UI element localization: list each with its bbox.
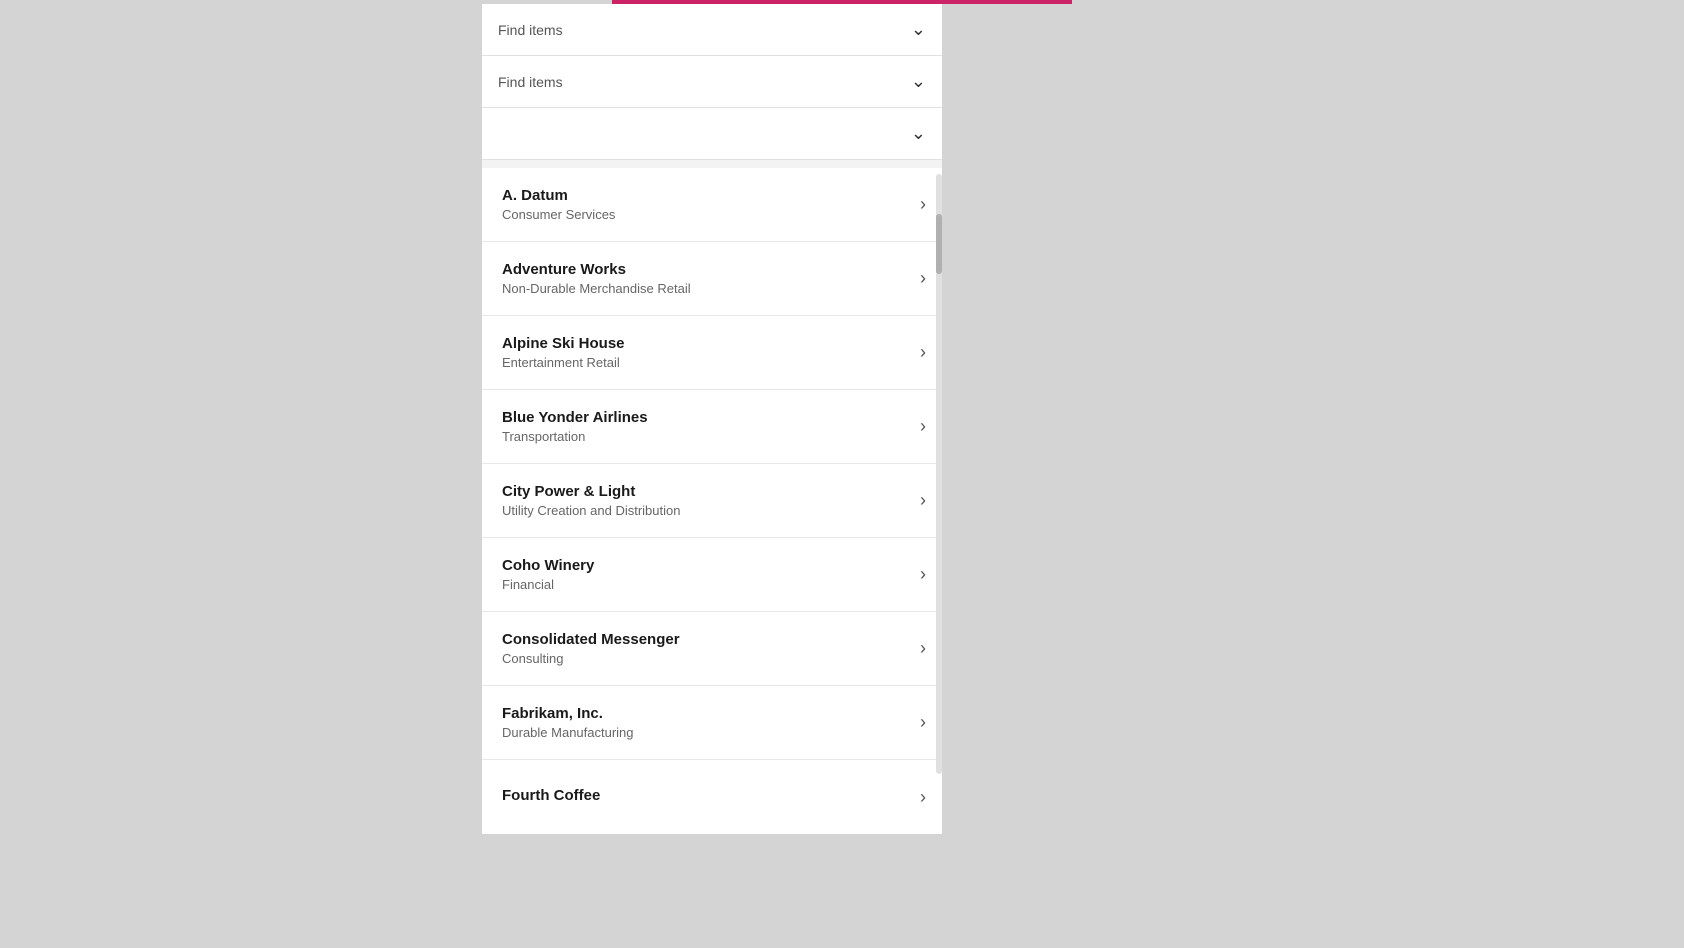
item-title-city-power-light: City Power & Light: [502, 483, 680, 500]
chevron-down-icon-2: ⌄: [911, 71, 926, 92]
chevron-right-icon-coho-winery: ›: [920, 564, 926, 585]
item-subtitle-alpine-ski-house: Entertainment Retail: [502, 355, 625, 370]
list-item-consolidated-messenger[interactable]: Consolidated Messenger Consulting ›: [482, 612, 942, 686]
list-item-city-power-light[interactable]: City Power & Light Utility Creation and …: [482, 464, 942, 538]
item-title-alpine-ski-house: Alpine Ski House: [502, 335, 625, 352]
items-list: A. Datum Consumer Services › Adventure W…: [482, 168, 942, 834]
chevron-right-icon-a-datum: ›: [920, 194, 926, 215]
filter-dropdown-1[interactable]: Find items ⌄: [482, 4, 942, 56]
list-item-a-datum[interactable]: A. Datum Consumer Services ›: [482, 168, 942, 242]
list-item-alpine-ski-house[interactable]: Alpine Ski House Entertainment Retail ›: [482, 316, 942, 390]
item-subtitle-a-datum: Consumer Services: [502, 207, 615, 222]
item-subtitle-fabrikam-inc: Durable Manufacturing: [502, 725, 634, 740]
chevron-right-icon-blue-yonder-airlines: ›: [920, 416, 926, 437]
chevron-down-icon-1: ⌄: [911, 19, 926, 40]
chevron-right-icon-consolidated-messenger: ›: [920, 638, 926, 659]
item-title-adventure-works: Adventure Works: [502, 261, 691, 278]
main-panel: Find items ⌄ Find items ⌄ ⌄ A. Datum Con…: [482, 4, 942, 834]
filter-dropdown-3[interactable]: ⌄: [482, 108, 942, 160]
chevron-right-icon-alpine-ski-house: ›: [920, 342, 926, 363]
list-item-adventure-works[interactable]: Adventure Works Non-Durable Merchandise …: [482, 242, 942, 316]
item-subtitle-coho-winery: Financial: [502, 577, 594, 592]
item-title-consolidated-messenger: Consolidated Messenger: [502, 631, 680, 648]
chevron-right-icon-fabrikam-inc: ›: [920, 712, 926, 733]
item-subtitle-blue-yonder-airlines: Transportation: [502, 429, 648, 444]
item-subtitle-city-power-light: Utility Creation and Distribution: [502, 503, 680, 518]
chevron-right-icon-adventure-works: ›: [920, 268, 926, 289]
filter-1-text: Find items: [498, 22, 563, 38]
item-subtitle-adventure-works: Non-Durable Merchandise Retail: [502, 281, 691, 296]
item-title-fabrikam-inc: Fabrikam, Inc.: [502, 705, 634, 722]
chevron-down-icon-3: ⌄: [911, 123, 926, 144]
chevron-right-icon-fourth-coffee: ›: [920, 787, 926, 808]
list-item-blue-yonder-airlines[interactable]: Blue Yonder Airlines Transportation ›: [482, 390, 942, 464]
scrollbar-track[interactable]: [936, 174, 942, 774]
item-title-coho-winery: Coho Winery: [502, 557, 594, 574]
list-item-coho-winery[interactable]: Coho Winery Financial ›: [482, 538, 942, 612]
list-item-fourth-coffee[interactable]: Fourth Coffee ›: [482, 760, 942, 834]
scrollbar-thumb[interactable]: [936, 214, 942, 274]
list-item-fabrikam-inc[interactable]: Fabrikam, Inc. Durable Manufacturing ›: [482, 686, 942, 760]
item-title-blue-yonder-airlines: Blue Yonder Airlines: [502, 409, 648, 426]
item-title-fourth-coffee: Fourth Coffee: [502, 787, 600, 804]
filter-2-text: Find items: [498, 74, 563, 90]
item-title-a-datum: A. Datum: [502, 187, 615, 204]
item-subtitle-consolidated-messenger: Consulting: [502, 651, 680, 666]
chevron-right-icon-city-power-light: ›: [920, 490, 926, 511]
filter-dropdown-2[interactable]: Find items ⌄: [482, 56, 942, 108]
